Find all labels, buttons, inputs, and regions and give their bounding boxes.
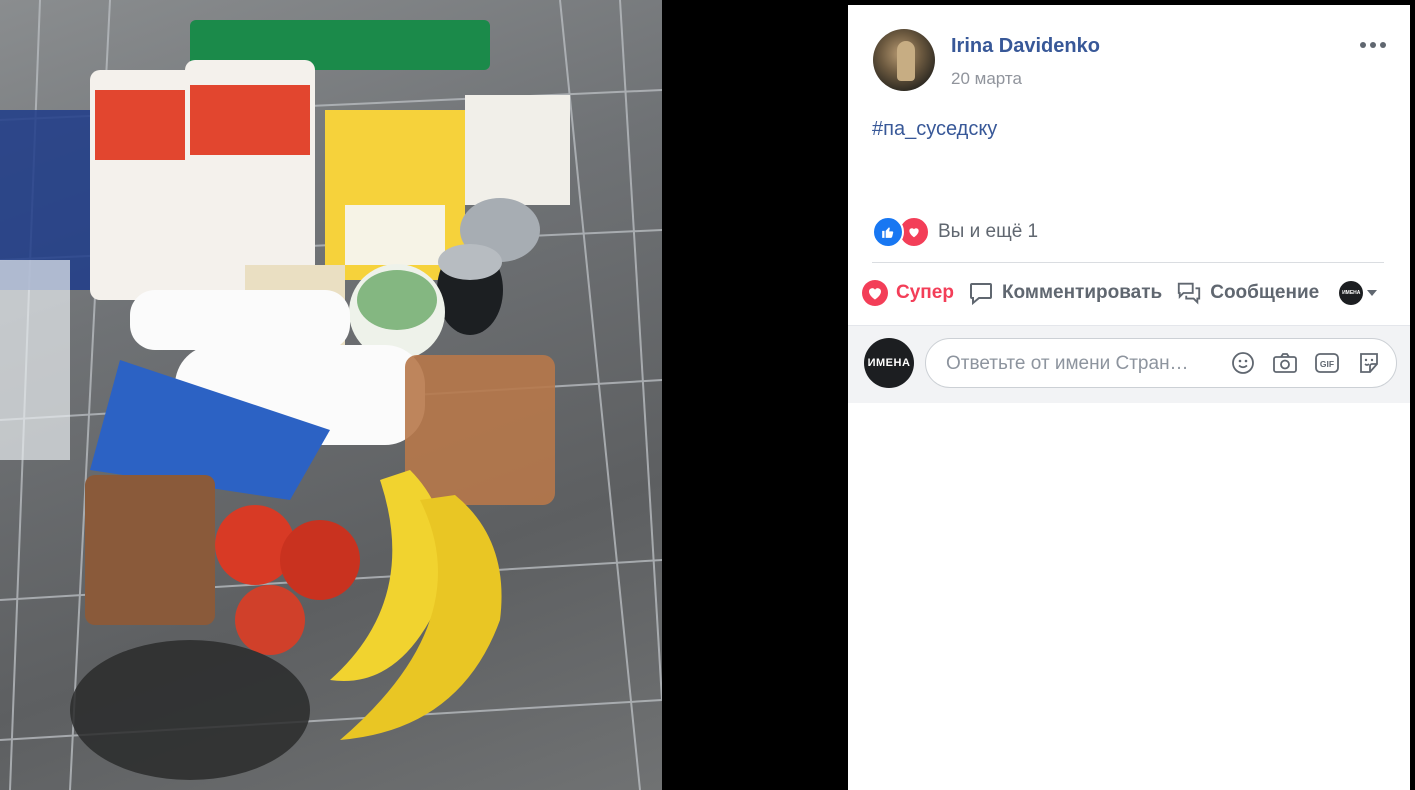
gif-label: GIF [1320,359,1334,369]
super-label: Супер [896,282,954,303]
basket-photo-illustration [0,0,662,790]
camera-icon[interactable] [1272,350,1298,376]
post-date[interactable]: 20 марта [951,69,1022,89]
divider [872,262,1384,263]
message-label: Сообщение [1210,282,1320,303]
action-bar: Супер Комментировать Сообщение ИМЕНА [862,275,1410,311]
comment-box[interactable]: GIF [925,338,1397,389]
page-switch-avatar: ИМЕНА [1339,281,1364,305]
reactions-count: Вы и ещё 1 [938,221,1039,242]
chevron-down-icon [1367,290,1378,296]
comment-icon [968,280,994,306]
comment-input[interactable] [944,339,1218,389]
author-avatar[interactable] [873,29,935,91]
message-icon [1176,280,1202,306]
comment-label: Комментировать [1001,282,1163,303]
avatar-figure [897,41,915,81]
gif-icon[interactable]: GIF [1314,350,1340,376]
more-options-icon[interactable] [1355,33,1391,57]
post-header: Irina Davidenko 20 марта [873,29,1393,93]
reactions-summary[interactable]: Вы и ещё 1 [872,216,1039,248]
comment-button[interactable]: Комментировать [968,280,1162,306]
page-avatar[interactable]: ИМЕНА [864,338,914,388]
author-name[interactable]: Irina Davidenko [951,35,1100,58]
post-side-panel: Irina Davidenko 20 марта #па_суседску Вы… [848,5,1410,790]
post-text[interactable]: #па_суседску [872,118,997,141]
comment-tools: GIF [1230,350,1382,376]
message-button[interactable]: Сообщение [1176,280,1319,306]
like-icon [872,216,904,248]
viewer-background [662,0,848,790]
heart-reaction-icon [862,280,888,306]
super-button[interactable]: Супер [862,280,954,306]
emoji-icon[interactable] [1230,350,1256,376]
page-switcher[interactable]: ИМЕНА [1339,281,1378,305]
sticker-icon[interactable] [1356,350,1382,376]
post-photo[interactable] [0,0,662,790]
comment-composer: ИМЕНА GIF [848,325,1410,403]
